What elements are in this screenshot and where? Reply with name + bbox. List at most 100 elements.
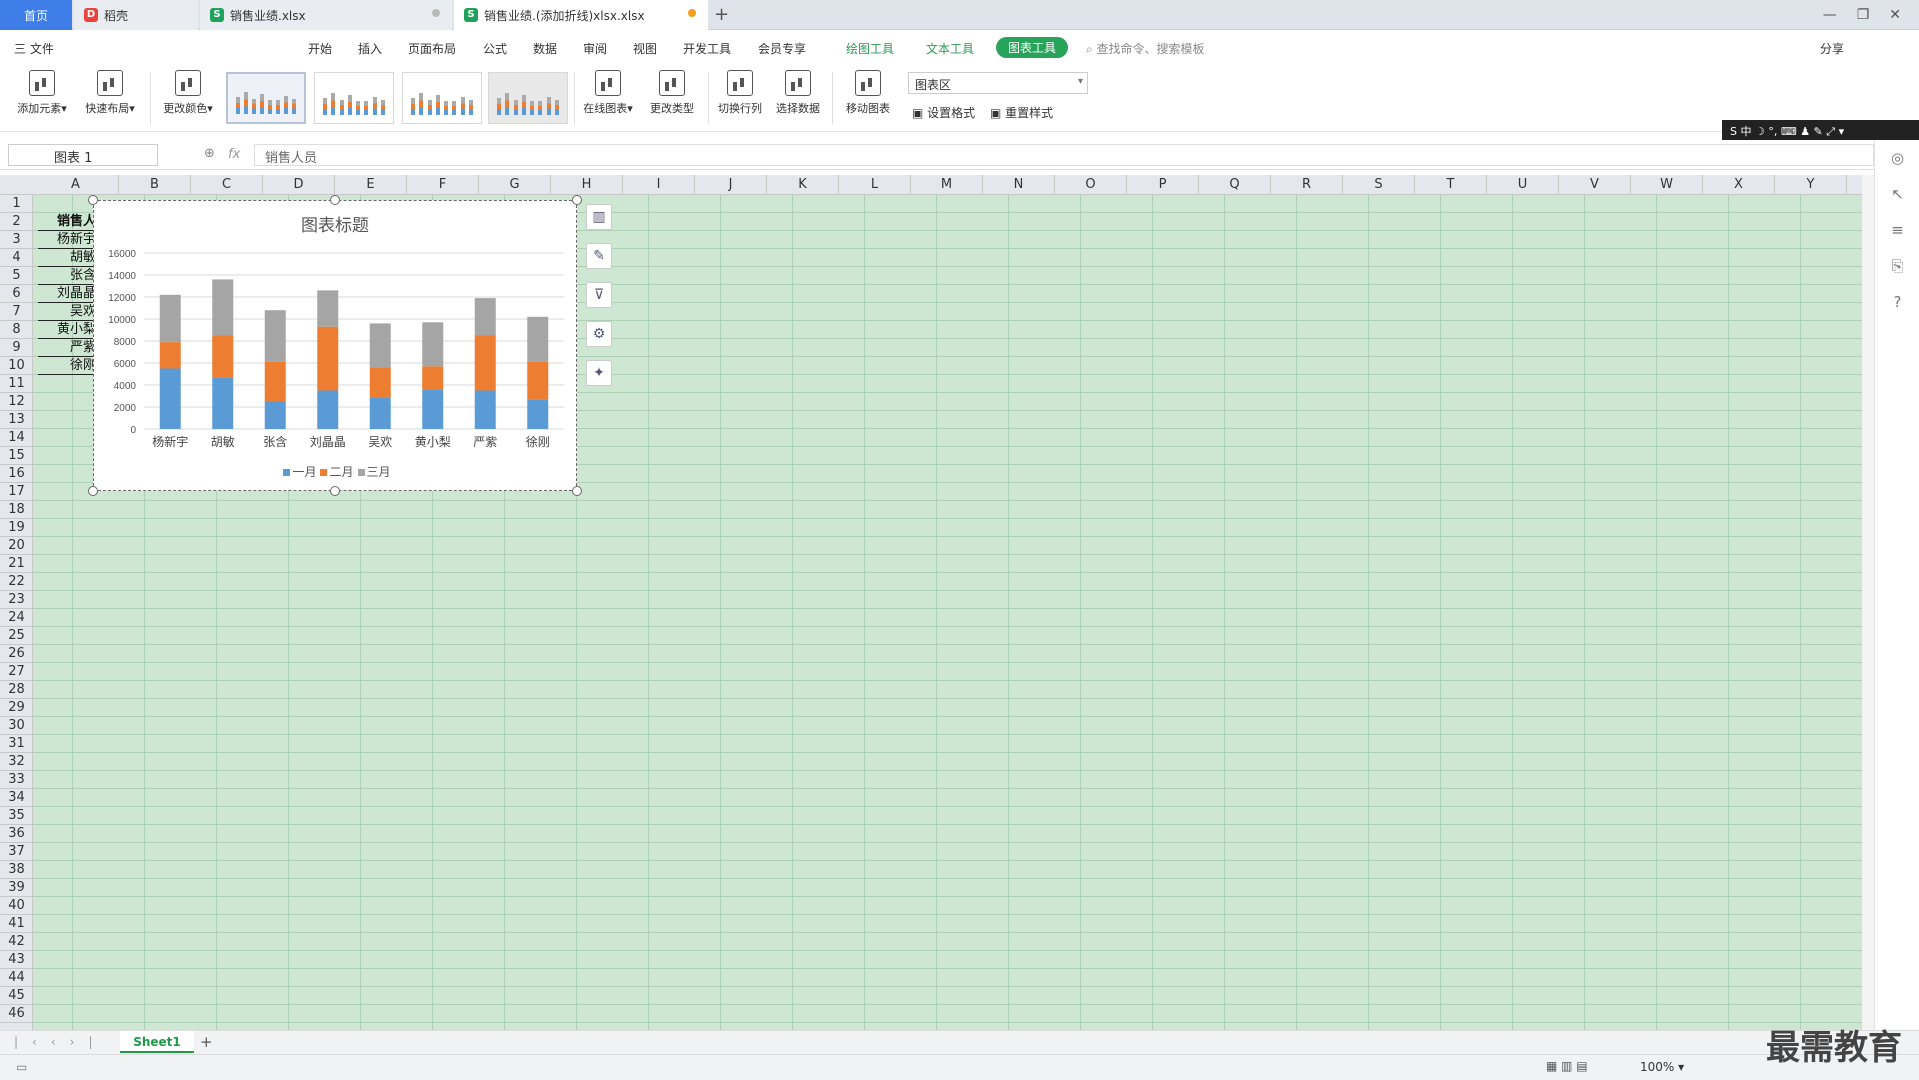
menu-view[interactable]: 视图 <box>633 40 657 57</box>
sheet-tab-sheet1[interactable]: Sheet1 <box>120 1031 194 1053</box>
menu-file[interactable]: 三 文件 <box>14 40 54 57</box>
chart-element-select[interactable]: 图表区 <box>908 72 1088 94</box>
chart-legend[interactable]: 一月 二月 三月 <box>94 463 576 480</box>
bar-segment[interactable] <box>422 389 444 429</box>
row-header-cell[interactable]: 18 <box>0 501 33 519</box>
bar-segment[interactable] <box>159 294 181 343</box>
chart-filter-icon[interactable]: ⊽ <box>586 282 612 308</box>
row-header-cell[interactable]: 10 <box>0 357 33 375</box>
sheet-nav-arrows-icon[interactable]: |‹‹›| <box>14 1035 106 1049</box>
row-header-cell[interactable]: 46 <box>0 1005 33 1023</box>
column-header-cell[interactable]: U <box>1487 175 1559 195</box>
column-header-cell[interactable]: D <box>263 175 335 195</box>
column-header-cell[interactable]: E <box>335 175 407 195</box>
row-header-cell[interactable]: 27 <box>0 663 33 681</box>
name-box[interactable]: 图表 1 <box>8 144 158 166</box>
chart-style-1[interactable] <box>226 72 306 124</box>
column-header-cell[interactable]: Q <box>1199 175 1271 195</box>
row-header-cell[interactable]: 40 <box>0 897 33 915</box>
row-header-cell[interactable]: 9 <box>0 339 33 357</box>
bar-segment[interactable] <box>369 323 391 368</box>
row-header-cell[interactable]: 36 <box>0 825 33 843</box>
vertical-scrollbar[interactable] <box>1862 175 1874 1030</box>
tab-file-sales-line[interactable]: S 销售业绩.(添加折线)xlsx.xlsx <box>454 0 708 30</box>
bar-segment[interactable] <box>317 390 339 430</box>
row-header-cell[interactable]: 29 <box>0 699 33 717</box>
switch-row-col-button[interactable]: 切换行列 <box>712 70 768 116</box>
bar-segment[interactable] <box>212 377 234 429</box>
row-header-cell[interactable]: 21 <box>0 555 33 573</box>
row-header-cell[interactable]: 17 <box>0 483 33 501</box>
quick-layout-button[interactable]: 快速布局▾ <box>80 70 140 116</box>
row-header-cell[interactable]: 42 <box>0 933 33 951</box>
menu-data[interactable]: 数据 <box>533 40 557 57</box>
row-header-cell[interactable]: 19 <box>0 519 33 537</box>
cell-a[interactable]: 胡敏 <box>38 249 98 267</box>
column-header-cell[interactable]: I <box>623 175 695 195</box>
row-header-cell[interactable]: 7 <box>0 303 33 321</box>
chart-style-3[interactable] <box>402 72 482 124</box>
bar-segment[interactable] <box>212 335 234 378</box>
column-header-cell[interactable]: G <box>479 175 551 195</box>
bar-segment[interactable] <box>369 397 391 429</box>
row-header-cell[interactable]: 23 <box>0 591 33 609</box>
column-header-cell[interactable]: F <box>407 175 479 195</box>
task-pane-icon[interactable]: ◎ <box>1875 140 1919 176</box>
bar-segment[interactable] <box>422 322 444 367</box>
menu-start[interactable]: 开始 <box>308 40 332 57</box>
share-button[interactable]: 分享 <box>1820 40 1844 57</box>
column-header-cell[interactable]: R <box>1271 175 1343 195</box>
row-header-cell[interactable]: 11 <box>0 375 33 393</box>
change-type-button[interactable]: 更改类型 <box>642 70 702 116</box>
column-header-cell[interactable]: H <box>551 175 623 195</box>
help-icon[interactable]: ? <box>1875 284 1919 320</box>
menu-page-layout[interactable]: 页面布局 <box>408 40 456 57</box>
reset-style-button[interactable]: ▣ 重置样式 <box>990 104 1053 121</box>
ime-toolbar[interactable]: S 中 ☽ °, ⌨ ♟ ✎ ⤢ ▾ <box>1722 120 1919 142</box>
tab-file-sales[interactable]: S 销售业绩.xlsx <box>200 0 452 30</box>
row-header-cell[interactable]: 24 <box>0 609 33 627</box>
row-header-cell[interactable]: 34 <box>0 789 33 807</box>
column-header-cell[interactable]: Y <box>1775 175 1847 195</box>
view-mode-icons[interactable]: ▦ ▥ ▤ <box>1546 1059 1588 1073</box>
row-header-cell[interactable]: 38 <box>0 861 33 879</box>
column-header-cell[interactable]: T <box>1415 175 1487 195</box>
row-header-cell[interactable]: 43 <box>0 951 33 969</box>
column-header-cell[interactable]: V <box>1559 175 1631 195</box>
column-header-cell[interactable]: K <box>767 175 839 195</box>
select-data-button[interactable]: 选择数据 <box>770 70 826 116</box>
fx-icon[interactable]: fx <box>228 147 240 162</box>
bar-segment[interactable] <box>317 290 339 327</box>
menu-developer[interactable]: 开发工具 <box>683 40 731 57</box>
zoom-icon[interactable]: ⊕ <box>204 146 215 161</box>
stacked-bar-chart[interactable]: 图表标题 0 2000 4000 6000 8000 10000 12000 14000 160… <box>88 195 582 496</box>
menu-text-tools[interactable]: 文本工具 <box>926 40 974 57</box>
bar-segment[interactable] <box>264 401 286 430</box>
restore-button[interactable]: ❐ <box>1857 7 1870 23</box>
command-search[interactable]: ⌕ 查找命令、搜索模板 <box>1086 40 1205 57</box>
adjust-sliders-icon[interactable]: ≡ <box>1875 212 1919 248</box>
cell-a[interactable]: 刘晶晶 <box>38 285 98 303</box>
column-header-cell[interactable]: N <box>983 175 1055 195</box>
minimize-button[interactable]: — <box>1823 7 1837 23</box>
column-header-cell[interactable]: L <box>839 175 911 195</box>
column-header-cell[interactable]: B <box>119 175 191 195</box>
cell-a[interactable]: 杨新宇 <box>38 231 98 249</box>
bar-segment[interactable] <box>317 326 339 391</box>
chart-tips-bulb-icon[interactable]: ✦ <box>586 360 612 386</box>
row-header-cell[interactable]: 41 <box>0 915 33 933</box>
row-header-cell[interactable]: 20 <box>0 537 33 555</box>
bar-segment[interactable] <box>212 279 234 336</box>
column-header-cell[interactable]: J <box>695 175 767 195</box>
row-header-cell[interactable]: 5 <box>0 267 33 285</box>
bar-segment[interactable] <box>474 298 496 336</box>
cell-a[interactable]: 黄小梨 <box>38 321 98 339</box>
cell-a[interactable]: 销售人 <box>38 213 98 231</box>
row-header-cell[interactable]: 22 <box>0 573 33 591</box>
bar-segment[interactable] <box>527 399 549 429</box>
chart-elements-icon[interactable]: ▥ <box>586 204 612 230</box>
cell-a[interactable]: 严紫 <box>38 339 98 357</box>
row-header-cell[interactable]: 2 <box>0 213 33 231</box>
menu-insert[interactable]: 插入 <box>358 40 382 57</box>
row-header-cell[interactable]: 3 <box>0 231 33 249</box>
